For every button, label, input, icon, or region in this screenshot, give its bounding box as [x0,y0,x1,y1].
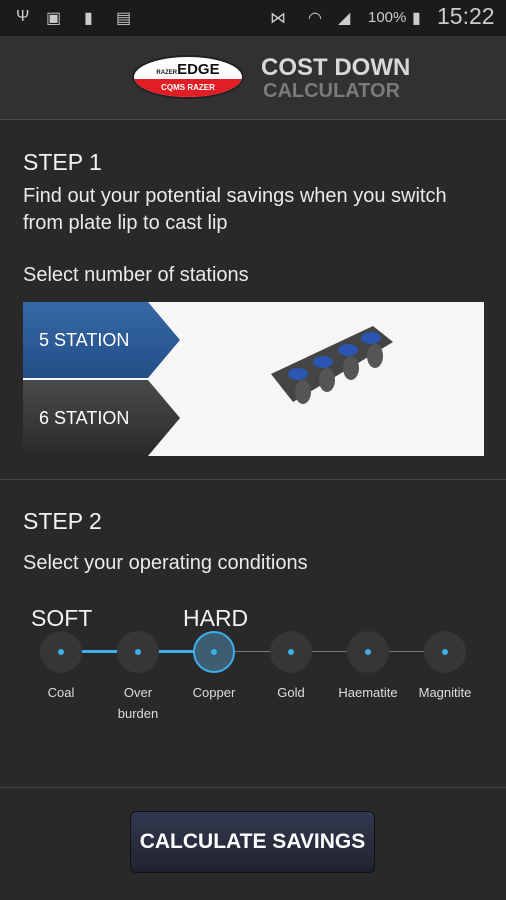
condition-label: Haematite [338,685,398,700]
mute-icon: ⋈ [270,10,286,27]
condition-label: Gold [277,685,305,700]
battery-percent: 100% [368,9,407,26]
stations-prompt: Select number of stations [23,264,249,286]
conditions-prompt: Select your operating conditions [23,552,308,574]
hard-label: HARD [183,605,249,631]
image-icon: ▣ [46,10,62,27]
station-option-5[interactable]: 5 STATION [23,302,180,378]
condition-label: Coal [47,685,75,700]
condition-node-overburden[interactable] [117,631,159,673]
app-header: RAZEREDGE CQMS RAZER [0,36,506,120]
battery-100-icon: ▮ [84,10,93,27]
station-selector: 5 STATION 6 STATION [23,302,484,456]
condition-label: Magnitite [418,685,472,700]
cast-lip-image [271,326,393,404]
divider [0,479,506,480]
divider [0,787,506,788]
status-bar: Ψ ▣ ▮ ▤ ⋈ ◠ ◢ 100% ▮ 15:22 [0,0,506,36]
condition-node-haematite[interactable] [347,631,389,673]
signal-icon: ◢ [338,10,351,27]
condition-label: Copper [192,685,236,700]
wifi-icon: ◠ [308,10,322,27]
condition-node-coal[interactable] [40,631,82,673]
condition-node-gold[interactable] [270,631,312,673]
step2-title: STEP 2 [23,508,102,534]
sim-missing-icon: ▤ [116,10,132,27]
step1-title: STEP 1 [23,149,102,175]
usb-icon: Ψ [16,8,30,25]
condition-label: Over burden [117,685,159,721]
soft-label: SOFT [31,605,93,631]
app-subtitle: CALCULATOR [263,80,401,102]
calculate-savings-button[interactable]: CALCULATE SAVINGS [130,811,375,873]
razer-edge-logo: RAZEREDGE CQMS RAZER [132,55,244,99]
clock: 15:22 [437,3,495,29]
condition-node-copper-selected[interactable] [193,631,235,673]
condition-node-magnitite[interactable] [424,631,466,673]
app-title: COST DOWN [261,54,411,81]
battery-icon: ▮ [412,10,421,27]
station-option-6[interactable]: 6 STATION [23,380,180,456]
step1-description: Find out your potential savings when you… [23,185,447,234]
